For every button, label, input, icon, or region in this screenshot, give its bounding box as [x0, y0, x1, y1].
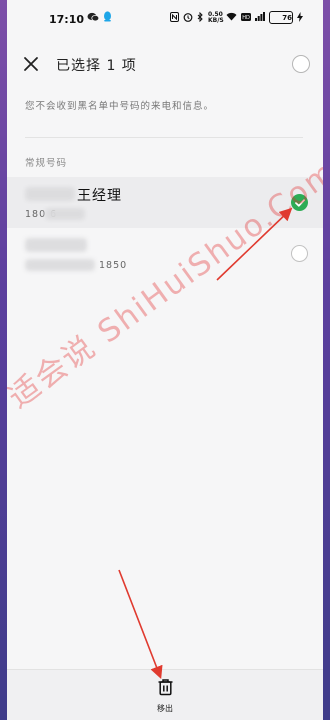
bottom-action-bar: 移出: [7, 669, 323, 720]
remove-button[interactable]: 移出: [145, 678, 185, 716]
divider: [25, 137, 303, 138]
redacted-name: [25, 238, 87, 252]
alarm-icon: [183, 12, 193, 24]
trash-icon: [157, 678, 174, 700]
hd-icon: HD: [241, 12, 251, 23]
redacted-number: [45, 208, 85, 220]
wechat-icon: [87, 12, 100, 25]
redacted-name: [25, 187, 75, 201]
contact-number: 1850: [99, 260, 128, 271]
redacted-number: [25, 259, 95, 271]
remove-label: 移出: [157, 704, 173, 713]
selection-header: 已选择 1 项: [7, 48, 323, 80]
status-bar: 17:10 0.50 KB/S HD 76: [7, 0, 323, 36]
blacklist-hint: 您不会收到黑名单中号码的来电和信息。: [25, 101, 215, 112]
contact-name: 王经理: [77, 188, 122, 204]
bluetooth-icon: [197, 11, 204, 24]
battery-level: 76: [282, 13, 292, 22]
phone-screen: 17:10 0.50 KB/S HD 76 已选择 1 项 您不会收到黑名单中号…: [7, 0, 323, 720]
annotation-arrow-remove: [118, 569, 163, 679]
status-time: 17:10: [49, 13, 85, 26]
unchecked-circle-icon[interactable]: [291, 245, 308, 262]
wifi-icon: [226, 12, 237, 23]
signal-icon: [255, 12, 265, 23]
close-icon[interactable]: [21, 54, 41, 74]
section-title: 常规号码: [25, 158, 68, 169]
contact-row[interactable]: 王经理 180 6: [7, 177, 323, 228]
select-all-checkbox[interactable]: [292, 55, 310, 73]
network-speed: 0.50 KB/S: [208, 10, 224, 24]
qq-icon: [103, 11, 112, 25]
page-title: 已选择 1 项: [56, 58, 137, 74]
contact-row[interactable]: 1850: [7, 228, 323, 279]
charging-icon: [297, 11, 303, 24]
battery-icon: 76: [269, 11, 293, 24]
checked-icon[interactable]: [291, 194, 308, 211]
svg-text:HD: HD: [242, 15, 250, 21]
nfc-icon: [170, 11, 179, 24]
